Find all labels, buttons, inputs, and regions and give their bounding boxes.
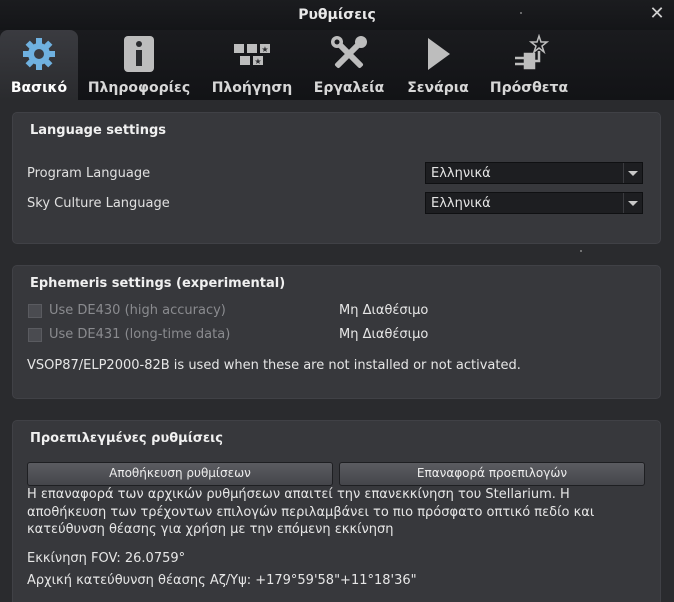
tools-icon	[331, 36, 367, 69]
restart-note-line2: αποθήκευση των τρέχοντων επιλογών περιλα…	[27, 505, 595, 520]
tab-main[interactable]: Βασικό	[0, 30, 78, 100]
tab-label: Εργαλεία	[313, 80, 385, 96]
info-icon	[124, 36, 154, 72]
star-dot	[580, 250, 582, 252]
tab-label: Πρόσθετα	[489, 80, 569, 96]
de430-label: Use DE430 (high accuracy)	[49, 303, 226, 318]
startup-direction: Αρχική κατεύθυνση θέασης Αζ/Υψ: +179°59'…	[27, 573, 417, 588]
chevron-down-icon	[623, 163, 642, 183]
chevron-down-icon	[623, 193, 642, 213]
program-language-select[interactable]: Ελληνικά	[425, 162, 643, 184]
save-settings-button[interactable]: Αποθήκευση ρυθμίσεων	[27, 462, 333, 486]
de431-status: Μη Διαθέσιμο	[339, 327, 429, 342]
svg-text:★: ★	[261, 45, 268, 54]
tab-navigation[interactable]: ★ ★ Πλοήγηση	[206, 30, 298, 100]
title-bar[interactable]: Ρυθμίσεις ✕	[0, 0, 674, 30]
star-dot	[520, 12, 522, 14]
language-title: Language settings	[30, 123, 167, 138]
tab-tools[interactable]: Εργαλεία	[308, 30, 390, 100]
ephemeris-title: Ephemeris settings (experimental)	[30, 276, 286, 291]
tab-label: Βασικό	[10, 80, 68, 96]
tab-bar: Βασικό Πληροφορίες ★ ★ Πλοήγηση Εργαλεία…	[0, 30, 674, 100]
program-language-value: Ελληνικά	[431, 166, 491, 181]
gear-icon	[23, 38, 55, 70]
tab-plugins[interactable]: Πρόσθετα	[486, 30, 572, 100]
sky-language-value: Ελληνικά	[431, 196, 491, 211]
restart-note-line3: κατεύθυνση θέασης για χρήση με την επόμε…	[27, 522, 394, 537]
settings-window: Ρυθμίσεις ✕ Βασικό Πληροφορίες ★ ★ Πλοήγ…	[0, 0, 674, 602]
sky-language-select[interactable]: Ελληνικά	[425, 192, 643, 214]
sky-language-label: Sky Culture Language	[27, 196, 170, 211]
plugin-icon	[515, 34, 549, 70]
de431-label: Use DE431 (long-time data)	[49, 327, 231, 342]
de431-checkbox[interactable]	[28, 328, 42, 342]
close-button[interactable]: ✕	[648, 4, 666, 24]
language-panel: Language settings Program Language Ελλην…	[12, 112, 661, 244]
play-icon	[428, 38, 450, 70]
de430-checkbox[interactable]	[28, 304, 42, 318]
window-title: Ρυθμίσεις	[298, 7, 376, 23]
de430-status: Μη Διαθέσιμο	[339, 303, 429, 318]
ephemeris-panel: Ephemeris settings (experimental) Use DE…	[12, 265, 661, 399]
defaults-panel: Προεπιλεγμένες ρυθμίσεις Αποθήκευση ρυθμ…	[12, 420, 661, 602]
keyboard-icon: ★ ★	[234, 44, 270, 66]
restore-defaults-button[interactable]: Επαναφορά προεπιλογών	[339, 462, 645, 486]
tab-label: Πλοήγηση	[211, 80, 293, 96]
svg-text:★: ★	[254, 57, 261, 66]
defaults-title: Προεπιλεγμένες ρυθμίσεις	[30, 431, 223, 446]
startup-fov: Εκκίνηση FOV: 26.0759°	[27, 551, 186, 566]
ephemeris-note: VSOP87/ELP2000-82B is used when these ar…	[27, 358, 521, 373]
restart-note-line1: Η επαναφορά των αρχικών ρυθμήσεων απαιτε…	[27, 487, 570, 502]
program-language-label: Program Language	[27, 166, 151, 181]
tab-info[interactable]: Πληροφορίες	[82, 30, 196, 100]
tab-label: Πληροφορίες	[87, 80, 191, 96]
tab-label: Σενάρια	[407, 80, 469, 96]
tab-scripts[interactable]: Σενάρια	[400, 30, 476, 100]
